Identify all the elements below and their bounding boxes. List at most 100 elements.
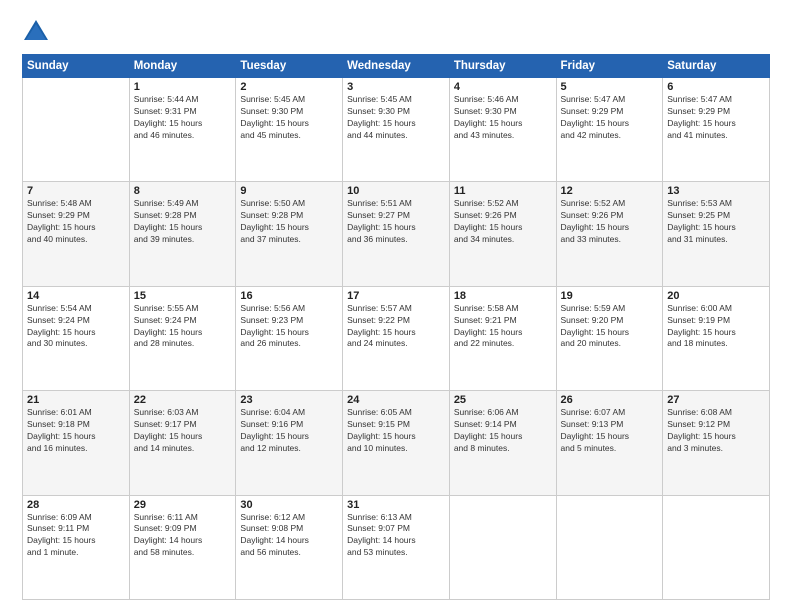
day-number: 21 — [27, 394, 125, 406]
day-number: 27 — [667, 394, 765, 406]
calendar-table: SundayMondayTuesdayWednesdayThursdayFrid… — [22, 54, 770, 600]
day-info: Sunrise: 6:00 AM Sunset: 9:19 PM Dayligh… — [667, 303, 765, 351]
calendar-cell: 16Sunrise: 5:56 AM Sunset: 9:23 PM Dayli… — [236, 286, 343, 390]
weekday-header-thursday: Thursday — [449, 55, 556, 78]
weekday-header-wednesday: Wednesday — [343, 55, 450, 78]
calendar-cell: 25Sunrise: 6:06 AM Sunset: 9:14 PM Dayli… — [449, 391, 556, 495]
calendar-week-5: 28Sunrise: 6:09 AM Sunset: 9:11 PM Dayli… — [23, 495, 770, 599]
logo — [22, 18, 54, 46]
day-number: 4 — [454, 81, 552, 93]
calendar-cell: 31Sunrise: 6:13 AM Sunset: 9:07 PM Dayli… — [343, 495, 450, 599]
day-number: 6 — [667, 81, 765, 93]
calendar-cell — [449, 495, 556, 599]
day-info: Sunrise: 6:09 AM Sunset: 9:11 PM Dayligh… — [27, 512, 125, 560]
day-info: Sunrise: 5:46 AM Sunset: 9:30 PM Dayligh… — [454, 94, 552, 142]
day-info: Sunrise: 5:47 AM Sunset: 9:29 PM Dayligh… — [561, 94, 659, 142]
weekday-header-friday: Friday — [556, 55, 663, 78]
calendar-cell: 9Sunrise: 5:50 AM Sunset: 9:28 PM Daylig… — [236, 182, 343, 286]
calendar-week-1: 1Sunrise: 5:44 AM Sunset: 9:31 PM Daylig… — [23, 78, 770, 182]
calendar-header: SundayMondayTuesdayWednesdayThursdayFrid… — [23, 55, 770, 78]
day-info: Sunrise: 5:52 AM Sunset: 9:26 PM Dayligh… — [561, 198, 659, 246]
day-info: Sunrise: 5:45 AM Sunset: 9:30 PM Dayligh… — [347, 94, 445, 142]
calendar-cell: 17Sunrise: 5:57 AM Sunset: 9:22 PM Dayli… — [343, 286, 450, 390]
calendar-cell: 10Sunrise: 5:51 AM Sunset: 9:27 PM Dayli… — [343, 182, 450, 286]
calendar-cell: 28Sunrise: 6:09 AM Sunset: 9:11 PM Dayli… — [23, 495, 130, 599]
weekday-header-tuesday: Tuesday — [236, 55, 343, 78]
calendar-cell: 12Sunrise: 5:52 AM Sunset: 9:26 PM Dayli… — [556, 182, 663, 286]
day-number: 24 — [347, 394, 445, 406]
calendar-cell: 30Sunrise: 6:12 AM Sunset: 9:08 PM Dayli… — [236, 495, 343, 599]
calendar-cell: 20Sunrise: 6:00 AM Sunset: 9:19 PM Dayli… — [663, 286, 770, 390]
calendar-cell: 3Sunrise: 5:45 AM Sunset: 9:30 PM Daylig… — [343, 78, 450, 182]
calendar-cell: 21Sunrise: 6:01 AM Sunset: 9:18 PM Dayli… — [23, 391, 130, 495]
calendar-cell: 29Sunrise: 6:11 AM Sunset: 9:09 PM Dayli… — [129, 495, 236, 599]
day-number: 23 — [240, 394, 338, 406]
calendar-cell: 18Sunrise: 5:58 AM Sunset: 9:21 PM Dayli… — [449, 286, 556, 390]
day-number: 2 — [240, 81, 338, 93]
calendar-cell: 8Sunrise: 5:49 AM Sunset: 9:28 PM Daylig… — [129, 182, 236, 286]
day-info: Sunrise: 5:48 AM Sunset: 9:29 PM Dayligh… — [27, 198, 125, 246]
day-number: 22 — [134, 394, 232, 406]
day-info: Sunrise: 5:49 AM Sunset: 9:28 PM Dayligh… — [134, 198, 232, 246]
day-number: 7 — [27, 185, 125, 197]
day-number: 13 — [667, 185, 765, 197]
day-number: 3 — [347, 81, 445, 93]
calendar-cell: 13Sunrise: 5:53 AM Sunset: 9:25 PM Dayli… — [663, 182, 770, 286]
page: SundayMondayTuesdayWednesdayThursdayFrid… — [0, 0, 792, 612]
calendar-cell: 23Sunrise: 6:04 AM Sunset: 9:16 PM Dayli… — [236, 391, 343, 495]
calendar-cell — [23, 78, 130, 182]
calendar-cell: 26Sunrise: 6:07 AM Sunset: 9:13 PM Dayli… — [556, 391, 663, 495]
weekday-header-row: SundayMondayTuesdayWednesdayThursdayFrid… — [23, 55, 770, 78]
day-number: 20 — [667, 290, 765, 302]
calendar-cell: 24Sunrise: 6:05 AM Sunset: 9:15 PM Dayli… — [343, 391, 450, 495]
day-info: Sunrise: 5:55 AM Sunset: 9:24 PM Dayligh… — [134, 303, 232, 351]
calendar-cell: 7Sunrise: 5:48 AM Sunset: 9:29 PM Daylig… — [23, 182, 130, 286]
calendar-week-3: 14Sunrise: 5:54 AM Sunset: 9:24 PM Dayli… — [23, 286, 770, 390]
day-info: Sunrise: 5:51 AM Sunset: 9:27 PM Dayligh… — [347, 198, 445, 246]
day-number: 17 — [347, 290, 445, 302]
day-number: 28 — [27, 499, 125, 511]
day-number: 16 — [240, 290, 338, 302]
day-info: Sunrise: 5:52 AM Sunset: 9:26 PM Dayligh… — [454, 198, 552, 246]
day-info: Sunrise: 5:47 AM Sunset: 9:29 PM Dayligh… — [667, 94, 765, 142]
day-number: 5 — [561, 81, 659, 93]
weekday-header-sunday: Sunday — [23, 55, 130, 78]
day-number: 18 — [454, 290, 552, 302]
day-number: 29 — [134, 499, 232, 511]
day-info: Sunrise: 5:53 AM Sunset: 9:25 PM Dayligh… — [667, 198, 765, 246]
day-info: Sunrise: 5:50 AM Sunset: 9:28 PM Dayligh… — [240, 198, 338, 246]
calendar-cell: 2Sunrise: 5:45 AM Sunset: 9:30 PM Daylig… — [236, 78, 343, 182]
calendar-cell: 4Sunrise: 5:46 AM Sunset: 9:30 PM Daylig… — [449, 78, 556, 182]
weekday-header-saturday: Saturday — [663, 55, 770, 78]
day-info: Sunrise: 5:56 AM Sunset: 9:23 PM Dayligh… — [240, 303, 338, 351]
calendar-cell: 5Sunrise: 5:47 AM Sunset: 9:29 PM Daylig… — [556, 78, 663, 182]
calendar-week-2: 7Sunrise: 5:48 AM Sunset: 9:29 PM Daylig… — [23, 182, 770, 286]
calendar-cell: 15Sunrise: 5:55 AM Sunset: 9:24 PM Dayli… — [129, 286, 236, 390]
day-number: 12 — [561, 185, 659, 197]
day-info: Sunrise: 6:06 AM Sunset: 9:14 PM Dayligh… — [454, 407, 552, 455]
day-info: Sunrise: 6:04 AM Sunset: 9:16 PM Dayligh… — [240, 407, 338, 455]
weekday-header-monday: Monday — [129, 55, 236, 78]
day-info: Sunrise: 6:08 AM Sunset: 9:12 PM Dayligh… — [667, 407, 765, 455]
calendar-cell: 11Sunrise: 5:52 AM Sunset: 9:26 PM Dayli… — [449, 182, 556, 286]
calendar-body: 1Sunrise: 5:44 AM Sunset: 9:31 PM Daylig… — [23, 78, 770, 600]
day-info: Sunrise: 5:57 AM Sunset: 9:22 PM Dayligh… — [347, 303, 445, 351]
day-info: Sunrise: 6:07 AM Sunset: 9:13 PM Dayligh… — [561, 407, 659, 455]
day-info: Sunrise: 5:59 AM Sunset: 9:20 PM Dayligh… — [561, 303, 659, 351]
calendar-week-4: 21Sunrise: 6:01 AM Sunset: 9:18 PM Dayli… — [23, 391, 770, 495]
day-info: Sunrise: 5:54 AM Sunset: 9:24 PM Dayligh… — [27, 303, 125, 351]
day-number: 10 — [347, 185, 445, 197]
header — [22, 18, 770, 46]
calendar-cell: 14Sunrise: 5:54 AM Sunset: 9:24 PM Dayli… — [23, 286, 130, 390]
calendar-cell: 22Sunrise: 6:03 AM Sunset: 9:17 PM Dayli… — [129, 391, 236, 495]
day-number: 8 — [134, 185, 232, 197]
day-number: 31 — [347, 499, 445, 511]
day-info: Sunrise: 5:44 AM Sunset: 9:31 PM Dayligh… — [134, 94, 232, 142]
calendar-cell — [663, 495, 770, 599]
day-number: 9 — [240, 185, 338, 197]
day-info: Sunrise: 6:11 AM Sunset: 9:09 PM Dayligh… — [134, 512, 232, 560]
day-number: 26 — [561, 394, 659, 406]
day-info: Sunrise: 6:03 AM Sunset: 9:17 PM Dayligh… — [134, 407, 232, 455]
day-info: Sunrise: 5:45 AM Sunset: 9:30 PM Dayligh… — [240, 94, 338, 142]
day-info: Sunrise: 6:13 AM Sunset: 9:07 PM Dayligh… — [347, 512, 445, 560]
